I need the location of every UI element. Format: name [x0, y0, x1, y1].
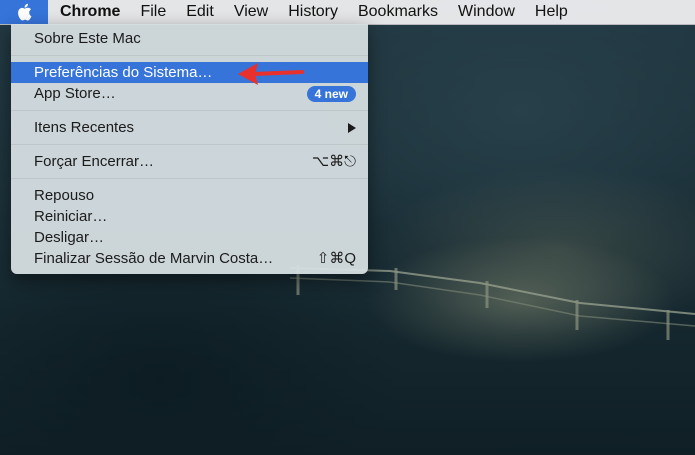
- menubar-history[interactable]: History: [278, 0, 348, 24]
- menu-separator: [11, 144, 368, 145]
- menubar-help[interactable]: Help: [525, 0, 578, 24]
- menu-item-label: Preferências do Sistema…: [34, 64, 212, 81]
- menubar-window[interactable]: Window: [448, 0, 525, 24]
- menu-item-app-store[interactable]: App Store… 4 new: [11, 83, 368, 104]
- menu-item-about-this-mac[interactable]: Sobre Este Mac: [11, 28, 368, 49]
- menu-item-label: Repouso: [34, 187, 94, 204]
- menu-separator: [11, 55, 368, 56]
- apple-menu-button[interactable]: [0, 0, 48, 24]
- menu-item-force-quit[interactable]: Forçar Encerrar… ⌥⌘⎋: [11, 151, 368, 172]
- menubar-bookmarks[interactable]: Bookmarks: [348, 0, 448, 24]
- force-quit-shortcut: ⌥⌘⎋: [312, 151, 356, 172]
- menu-bar: Chrome File Edit View History Bookmarks …: [0, 0, 695, 25]
- menu-item-log-out[interactable]: Finalizar Sessão de Marvin Costa… ⇧⌘Q: [11, 248, 368, 269]
- menubar-file[interactable]: File: [130, 0, 176, 24]
- menu-item-label: Sobre Este Mac: [34, 30, 141, 47]
- menu-item-shut-down[interactable]: Desligar…: [11, 227, 368, 248]
- menubar-view[interactable]: View: [224, 0, 278, 24]
- menu-item-system-preferences[interactable]: Preferências do Sistema…: [11, 62, 368, 83]
- menu-item-label: Forçar Encerrar…: [34, 153, 154, 170]
- submenu-arrow-icon: [347, 117, 356, 138]
- menu-item-label: Itens Recentes: [34, 119, 134, 136]
- annotation-arrow-icon: [236, 60, 306, 88]
- menubar-app-chrome[interactable]: Chrome: [48, 0, 130, 24]
- menu-item-label: Desligar…: [34, 229, 104, 246]
- log-out-shortcut: ⇧⌘Q: [317, 248, 356, 269]
- menu-item-label: Finalizar Sessão de Marvin Costa…: [34, 250, 273, 267]
- menu-item-recent-items[interactable]: Itens Recentes: [11, 117, 368, 138]
- menu-item-label: App Store…: [34, 85, 116, 102]
- menu-item-restart[interactable]: Reiniciar…: [11, 206, 368, 227]
- app-store-updates-badge: 4 new: [307, 86, 356, 102]
- apple-logo-icon: [16, 3, 32, 21]
- menu-item-label: Reiniciar…: [34, 208, 107, 225]
- menu-separator: [11, 178, 368, 179]
- menu-item-sleep[interactable]: Repouso: [11, 185, 368, 206]
- menu-separator: [11, 110, 368, 111]
- apple-dropdown-menu: Sobre Este Mac Preferências do Sistema… …: [11, 24, 368, 274]
- menubar-edit[interactable]: Edit: [176, 0, 224, 24]
